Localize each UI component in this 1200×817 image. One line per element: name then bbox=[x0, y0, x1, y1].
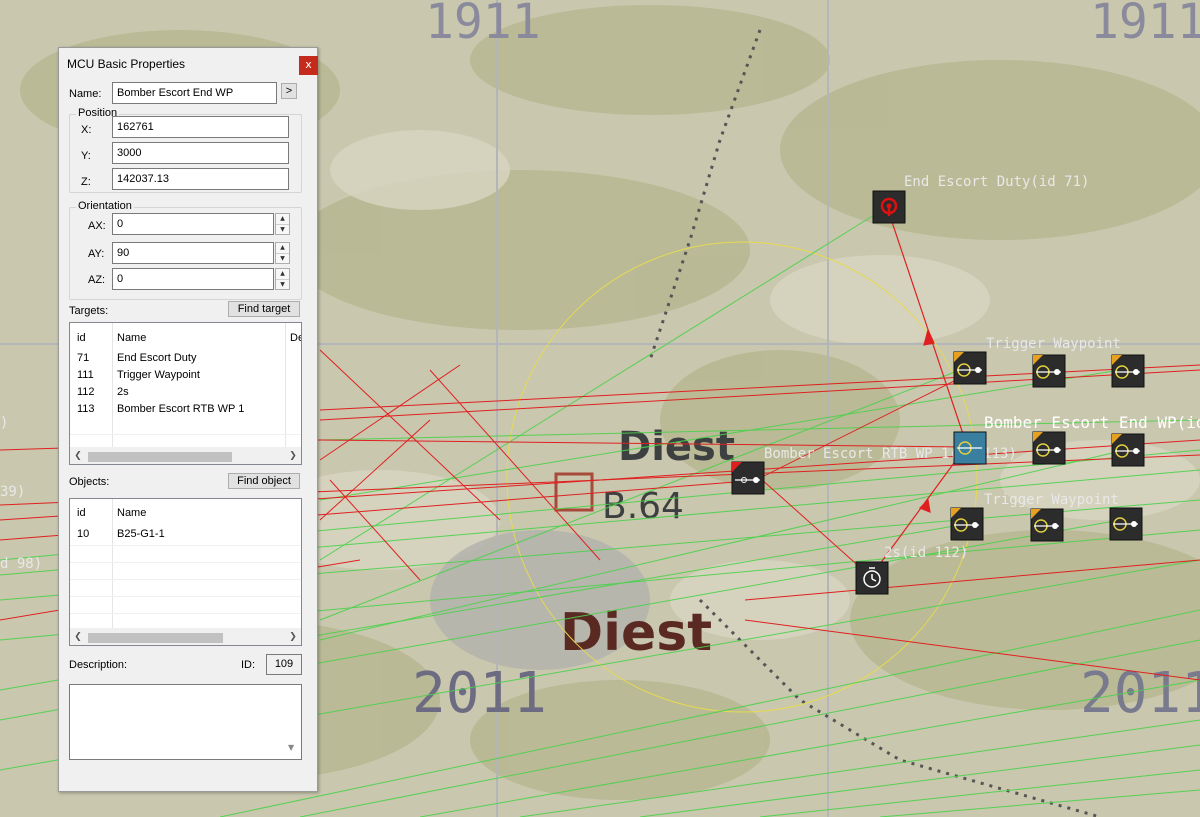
mcu-waypoint-node[interactable] bbox=[953, 351, 987, 385]
ay-field[interactable]: 90 bbox=[112, 242, 274, 264]
ay-label: AY: bbox=[88, 248, 105, 260]
scroll-thumb[interactable] bbox=[88, 633, 223, 643]
az-spinner[interactable]: ▲ ▼ bbox=[275, 268, 290, 290]
edge-label-1: 39) bbox=[0, 484, 25, 500]
ax-field[interactable]: 0 bbox=[112, 213, 274, 235]
targets-list[interactable]: id Name De 71 End Escort Duty 111 Trigge… bbox=[69, 322, 302, 465]
z-label: Z: bbox=[81, 176, 91, 188]
ax-label: AX: bbox=[88, 220, 106, 232]
mcu-timer-node[interactable] bbox=[855, 561, 889, 595]
objects-col-id[interactable]: id bbox=[77, 507, 86, 519]
mcu-waypoint-node[interactable] bbox=[1032, 431, 1066, 465]
az-field[interactable]: 0 bbox=[112, 268, 274, 290]
id-label: ID: bbox=[241, 659, 256, 671]
spin-up-icon: ▲ bbox=[280, 270, 285, 277]
spin-down-icon: ▼ bbox=[276, 253, 289, 263]
row-id: 71 bbox=[77, 352, 90, 364]
scroll-thumb[interactable] bbox=[88, 452, 232, 462]
row-id: 10 bbox=[77, 528, 90, 540]
targets-hscrollbar[interactable]: ❮ ❯ bbox=[70, 447, 301, 464]
edge-label-3: ) bbox=[0, 415, 8, 431]
objects-label: Objects: bbox=[69, 476, 110, 488]
grid-number-top-right: 1911 bbox=[1090, 0, 1200, 50]
grid-number-bottom: 2011 bbox=[412, 661, 547, 726]
grid-number-top: 1911 bbox=[425, 0, 541, 50]
find-object-button[interactable]: Find object bbox=[228, 473, 300, 489]
mcu-waypoint-node[interactable] bbox=[1111, 433, 1145, 467]
scroll-right-icon[interactable]: ❯ bbox=[285, 448, 301, 464]
name-expand-button[interactable]: > bbox=[281, 83, 297, 99]
row-id: 113 bbox=[77, 403, 95, 415]
scroll-left-icon[interactable]: ❮ bbox=[70, 629, 86, 645]
row-name: Bomber Escort RTB WP 1 bbox=[117, 403, 245, 415]
row-id: 112 bbox=[77, 386, 95, 398]
z-field[interactable]: 142037.13 bbox=[112, 168, 289, 190]
description-field[interactable] bbox=[69, 684, 302, 760]
x-label: X: bbox=[81, 124, 92, 136]
row-name: 2s bbox=[117, 386, 129, 398]
dialog-title: MCU Basic Properties bbox=[67, 57, 186, 71]
row-name: B25-G1-1 bbox=[117, 528, 165, 540]
x-field[interactable]: 162761 bbox=[112, 116, 289, 138]
id-field: 109 bbox=[266, 654, 302, 675]
spin-down-icon: ▼ bbox=[276, 279, 289, 289]
mcu-bomber-rtb-node[interactable] bbox=[731, 461, 765, 495]
targets-col-desc[interactable]: De bbox=[290, 332, 301, 344]
node-label-timer: 2s(id 112) bbox=[884, 545, 968, 561]
grid-number-bottom-right: 2011 bbox=[1080, 661, 1200, 726]
row-id: 111 bbox=[77, 369, 94, 381]
node-label-end-escort: End Escort Duty(id 71) bbox=[904, 174, 1089, 190]
mcu-selected-bomber-end-node[interactable] bbox=[953, 431, 987, 465]
description-label: Description: bbox=[69, 659, 128, 671]
y-label: Y: bbox=[81, 150, 91, 162]
az-label: AZ: bbox=[88, 274, 106, 286]
scroll-right-icon[interactable]: ❯ bbox=[285, 629, 301, 645]
node-label-bomber-end: Bomber Escort End WP(id bbox=[984, 413, 1200, 432]
spin-up-icon: ▲ bbox=[280, 244, 285, 251]
spin-down-icon: ▼ bbox=[276, 224, 289, 234]
name-field[interactable]: Bomber Escort End WP bbox=[112, 82, 277, 104]
mcu-properties-dialog: MCU Basic Properties x Name: Bomber Esco… bbox=[58, 47, 318, 792]
scroll-down-icon[interactable]: ▼ bbox=[288, 743, 294, 752]
mcu-end-escort-node[interactable] bbox=[872, 190, 906, 224]
close-button[interactable]: x bbox=[299, 56, 318, 75]
orientation-group-title: Orientation bbox=[76, 200, 134, 212]
mcu-waypoint-node[interactable] bbox=[1109, 507, 1143, 541]
targets-label: Targets: bbox=[69, 305, 109, 317]
mcu-waypoint-node[interactable] bbox=[1032, 354, 1066, 388]
objects-col-name[interactable]: Name bbox=[117, 507, 146, 519]
mcu-waypoint-node[interactable] bbox=[1030, 508, 1064, 542]
find-target-button[interactable]: Find target bbox=[228, 301, 300, 317]
name-label: Name: bbox=[69, 88, 102, 100]
targets-col-id[interactable]: id bbox=[77, 332, 86, 344]
mcu-waypoint-node[interactable] bbox=[1111, 354, 1145, 388]
town-label-large: Diest bbox=[560, 603, 712, 663]
scroll-left-icon[interactable]: ❮ bbox=[70, 448, 86, 464]
objects-list[interactable]: id Name 10 B25-G1-1 ❮ ❯ bbox=[69, 498, 302, 646]
node-label-trigger-wp-1: Trigger Waypoint bbox=[986, 336, 1121, 352]
row-name: End Escort Duty bbox=[117, 352, 197, 364]
mcu-waypoint-node[interactable] bbox=[950, 507, 984, 541]
ay-spinner[interactable]: ▲ ▼ bbox=[275, 242, 290, 264]
targets-col-name[interactable]: Name bbox=[117, 332, 146, 344]
edge-label-2: d 98) bbox=[0, 556, 42, 572]
row-name: Trigger Waypoint bbox=[117, 369, 200, 381]
objects-hscrollbar[interactable]: ❮ ❯ bbox=[70, 628, 301, 645]
ax-spinner[interactable]: ▲ ▼ bbox=[275, 213, 290, 235]
spin-up-icon: ▲ bbox=[280, 215, 285, 222]
node-label-trigger-wp-2: Trigger Waypoint bbox=[984, 492, 1119, 508]
y-field[interactable]: 3000 bbox=[112, 142, 289, 164]
